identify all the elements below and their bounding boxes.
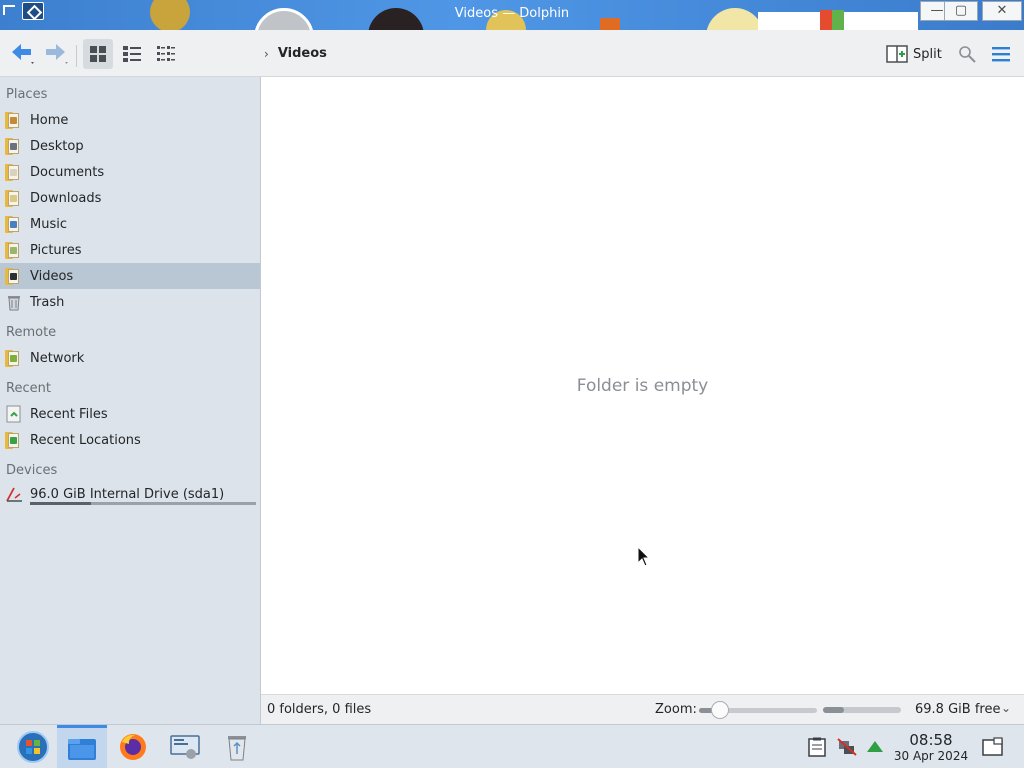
music-folder-icon: [4, 214, 24, 234]
split-view-icon: [886, 45, 908, 63]
hamburger-menu-icon: [992, 47, 1010, 62]
taskbar-firefox[interactable]: [108, 725, 158, 768]
drive-usage-bar: [30, 502, 256, 505]
free-space-label[interactable]: 69.8 GiB free: [915, 702, 1000, 717]
places-panel: Places Home Desktop Documents Downloads …: [0, 77, 261, 724]
back-arrow-icon: [12, 44, 34, 64]
trash-bin-icon: [228, 736, 246, 761]
sidebar-item-recent-locations[interactable]: Recent Locations: [0, 427, 260, 453]
sidebar-item-trash[interactable]: Trash: [0, 289, 260, 315]
recent-files-icon: [4, 404, 24, 424]
clock-time: 08:58: [909, 731, 953, 749]
main-menu-button[interactable]: [986, 39, 1016, 69]
hard-drive-icon: [4, 484, 24, 504]
forward-arrow-icon: [46, 44, 68, 64]
zoom-slider-handle[interactable]: [711, 701, 730, 719]
folder-summary: 0 folders, 0 files: [267, 702, 372, 717]
file-view[interactable]: Folder is empty: [261, 77, 1024, 694]
updates-icon[interactable]: [866, 739, 884, 757]
sidebar-item-network[interactable]: Network: [0, 345, 260, 371]
free-space-fill: [823, 707, 845, 713]
details-view-button[interactable]: [117, 39, 147, 69]
back-button[interactable]: [8, 39, 38, 69]
close-button[interactable]: ✕: [982, 1, 1022, 21]
main-toolbar: › Videos Split: [0, 30, 1024, 77]
clock-date: 30 Apr 2024: [893, 749, 969, 763]
icons-view-icon: [90, 46, 106, 62]
breadcrumb-current[interactable]: Videos: [278, 46, 327, 61]
digital-clock[interactable]: 08:58 30 Apr 2024: [888, 731, 974, 764]
sidebar-item-home[interactable]: Home: [0, 107, 260, 133]
system-settings-icon: [170, 735, 200, 759]
sidebar-item-recent-files[interactable]: Recent Files: [0, 401, 260, 427]
split-label: Split: [913, 46, 942, 62]
trash-icon: [4, 292, 24, 312]
firefox-icon: [120, 734, 146, 760]
desktop-folder-icon: [4, 136, 24, 156]
videos-folder-icon: [4, 266, 24, 286]
home-folder-icon: [4, 110, 24, 130]
pictures-folder-icon: [4, 240, 24, 260]
compact-view-button[interactable]: [151, 39, 181, 69]
dolphin-file-manager-icon: [68, 738, 96, 760]
chevron-down-icon[interactable]: ⌄: [1001, 701, 1011, 715]
taskbar-trash[interactable]: [212, 725, 262, 768]
search-button[interactable]: [952, 39, 982, 69]
section-title-remote[interactable]: Remote: [6, 325, 56, 340]
breadcrumb: › Videos: [264, 46, 327, 61]
sidebar-item-downloads[interactable]: Downloads: [0, 185, 260, 211]
section-title-recent[interactable]: Recent: [6, 381, 51, 396]
taskbar-system-settings[interactable]: [160, 725, 210, 768]
maximize-button[interactable]: ▢: [944, 1, 978, 21]
start-menu-button[interactable]: [8, 725, 58, 768]
downloads-folder-icon: [4, 188, 24, 208]
taskbar-dolphin[interactable]: [57, 725, 107, 768]
documents-folder-icon: [4, 162, 24, 182]
sidebar-item-desktop[interactable]: Desktop: [0, 133, 260, 159]
breadcrumb-separator-icon[interactable]: ›: [264, 47, 269, 61]
status-bar: 0 folders, 0 files Zoom: 69.8 GiB free ⌄: [261, 694, 1024, 724]
toolbar-separator: [76, 45, 77, 67]
zoom-slider[interactable]: [699, 701, 817, 719]
section-title-places[interactable]: Places: [6, 87, 47, 102]
window-title: Videos — Dolphin: [454, 6, 570, 21]
icons-view-button[interactable]: [83, 39, 113, 69]
clipboard-icon[interactable]: [806, 737, 828, 761]
mouse-cursor-icon: [637, 546, 651, 567]
recent-locations-icon: [4, 430, 24, 450]
compact-view-icon: [157, 46, 175, 61]
search-icon: [959, 46, 976, 63]
sidebar-item-pictures[interactable]: Pictures: [0, 237, 260, 263]
empty-folder-message: Folder is empty: [576, 376, 709, 396]
sidebar-item-documents[interactable]: Documents: [0, 159, 260, 185]
zoom-label: Zoom:: [655, 702, 697, 717]
free-space-bar: [823, 707, 901, 713]
taskbar: 08:58 30 Apr 2024: [0, 724, 1024, 768]
show-desktop-icon[interactable]: [982, 737, 1004, 761]
start-menu-icon: [17, 731, 49, 763]
sidebar-item-videos[interactable]: Videos: [0, 263, 260, 289]
network-disconnected-icon[interactable]: [836, 737, 858, 761]
drive-usage-fill: [30, 502, 92, 505]
network-folder-icon: [4, 348, 24, 368]
split-view-button[interactable]: Split: [886, 42, 942, 66]
forward-button[interactable]: [42, 39, 72, 69]
section-title-devices[interactable]: Devices: [6, 463, 57, 478]
window-titlebar[interactable]: Videos — Dolphin — ▢ ✕: [0, 0, 1024, 30]
details-view-icon: [123, 46, 141, 62]
sidebar-item-music[interactable]: Music: [0, 211, 260, 237]
